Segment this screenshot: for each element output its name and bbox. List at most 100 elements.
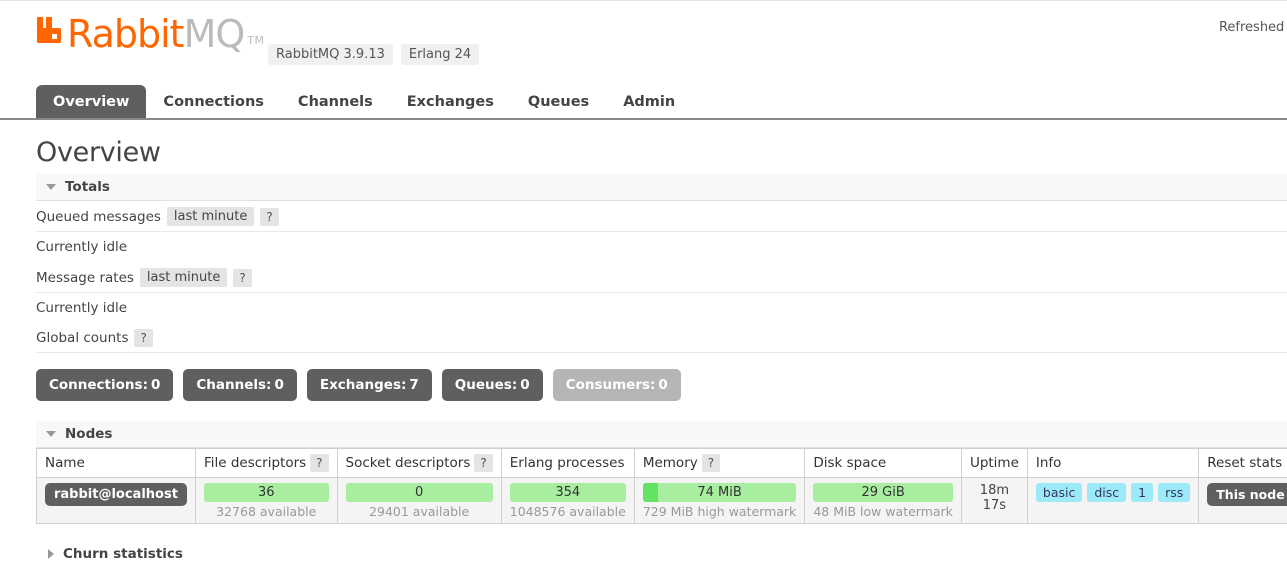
- cell-disk-space: 29 GiB 48 MiB low watermark: [804, 477, 962, 524]
- cell-socket-descriptors: 0 29401 available: [336, 477, 502, 524]
- tab-overview[interactable]: Overview: [36, 85, 147, 118]
- section-label-nodes: Nodes: [65, 426, 113, 442]
- logo-text-rabbit: Rabbit: [67, 12, 185, 56]
- file-descriptors-bar: 36: [203, 483, 329, 502]
- info-badge-basic[interactable]: basic: [1035, 483, 1083, 502]
- column-label-disk-space: Disk space: [813, 455, 887, 471]
- erlang-version-badge: Erlang 24: [400, 44, 480, 65]
- erlang-processes-available: 1048576 available: [509, 504, 626, 519]
- count-value-consumers: 0: [658, 377, 668, 393]
- chevron-down-icon: [46, 431, 56, 437]
- brand-logo[interactable]: Rabbit MQ TM: [36, 12, 264, 56]
- reset-this-node-button[interactable]: This node: [1207, 483, 1287, 506]
- cell-info: basic disc 1 rss: [1026, 477, 1200, 524]
- tab-admin[interactable]: Admin: [606, 85, 692, 118]
- node-name-link[interactable]: rabbit@localhost: [45, 483, 187, 506]
- count-button-consumers[interactable]: Consumers: 0: [552, 369, 681, 401]
- disk-space-bar: 29 GiB: [813, 483, 953, 502]
- socket-descriptors-value: 0: [415, 485, 424, 500]
- queued-messages-label: Queued messages: [36, 208, 161, 225]
- queued-messages-help-icon[interactable]: ?: [260, 207, 279, 226]
- cell-memory: 74 MiB 729 MiB high watermark: [633, 477, 806, 524]
- message-rates-period-chip[interactable]: last minute: [139, 268, 228, 287]
- info-badge-disc[interactable]: disc: [1087, 483, 1127, 502]
- cell-erlang-processes: 354 1048576 available: [500, 477, 635, 524]
- rabbit-logo-icon: [36, 15, 64, 45]
- disk-space-value: 29 GiB: [861, 485, 905, 500]
- column-label-name: Name: [45, 455, 85, 471]
- page-content: Overview Totals Queued messages last min…: [0, 120, 1287, 568]
- column-header-file-descriptors[interactable]: File descriptors?: [194, 448, 338, 478]
- message-rates-help-icon[interactable]: ?: [233, 268, 252, 287]
- column-label-file-descriptors: File descriptors: [203, 455, 307, 471]
- column-header-socket-descriptors[interactable]: Socket descriptors?: [336, 448, 502, 478]
- top-bar: Rabbit MQ TM RabbitMQ 3.9.13 Erlang 24 Re…: [0, 0, 1287, 82]
- queued-messages-period-chip[interactable]: last minute: [166, 207, 255, 226]
- collapsed-sections: Churn statistics Ports and contexts: [0, 538, 1287, 568]
- global-counts-row: Global counts ?: [36, 323, 1287, 353]
- count-label-queues: Queues:: [454, 377, 518, 393]
- tab-channels[interactable]: Channels: [281, 85, 390, 118]
- section-header-totals[interactable]: Totals: [36, 174, 1287, 201]
- column-header-reset-stats[interactable]: Reset stats: [1198, 448, 1287, 478]
- logo-text-mq: MQ: [183, 12, 246, 56]
- column-label-memory: Memory: [642, 455, 698, 471]
- file-descriptors-available: 32768 available: [216, 504, 317, 519]
- cell-uptime: 18m 17s: [960, 477, 1028, 524]
- socket-descriptors-help-icon[interactable]: ?: [474, 454, 493, 472]
- count-button-connections[interactable]: Connections: 0: [36, 369, 174, 401]
- count-label-exchanges: Exchanges:: [319, 377, 407, 393]
- column-header-erlang-processes[interactable]: Erlang processes: [500, 448, 635, 478]
- memory-value: 74 MiB: [697, 485, 742, 500]
- tab-queues[interactable]: Queues: [511, 85, 606, 118]
- column-header-info[interactable]: Info: [1026, 448, 1200, 478]
- count-label-consumers: Consumers:: [565, 377, 656, 393]
- column-label-erlang-processes: Erlang processes: [509, 455, 625, 471]
- count-value-channels: 0: [274, 377, 284, 393]
- message-rates-label: Message rates: [36, 269, 134, 286]
- uptime-value: 18m 17s: [979, 483, 1010, 513]
- column-label-reset-stats: Reset stats: [1207, 455, 1283, 471]
- info-badge-count[interactable]: 1: [1131, 483, 1154, 502]
- count-button-exchanges[interactable]: Exchanges: 7: [306, 369, 432, 401]
- cell-node-name: rabbit@localhost: [36, 477, 196, 524]
- queued-messages-row: Queued messages last minute ?: [36, 201, 1287, 232]
- version-badges: RabbitMQ 3.9.13 Erlang 24: [268, 44, 480, 65]
- tab-exchanges[interactable]: Exchanges: [390, 85, 511, 118]
- count-value-queues: 0: [520, 377, 530, 393]
- column-header-name[interactable]: Name: [36, 448, 196, 478]
- nodes-table: Name File descriptors? Socket descriptor…: [36, 448, 1287, 524]
- reset-stats-group: This node All nodes: [1207, 483, 1287, 506]
- memory-help-icon[interactable]: ?: [701, 454, 721, 472]
- global-counts-help-icon[interactable]: ?: [134, 329, 153, 347]
- count-button-channels[interactable]: Channels: 0: [183, 369, 297, 401]
- message-rates-status: Currently idle: [36, 300, 128, 316]
- global-counts-label: Global counts: [36, 330, 129, 346]
- refreshed-timestamp: Refreshed 20: [1218, 20, 1287, 35]
- table-row: rabbit@localhost 36 32768 available 0 29…: [36, 477, 1287, 524]
- section-header-churn-statistics[interactable]: Churn statistics: [36, 538, 1287, 568]
- nodes-table-header-row: Name File descriptors? Socket descriptor…: [36, 448, 1287, 478]
- section-header-nodes[interactable]: Nodes: [36, 421, 1287, 448]
- column-header-memory[interactable]: Memory?: [633, 448, 806, 478]
- file-descriptors-help-icon[interactable]: ?: [310, 454, 329, 472]
- erlang-processes-value: 354: [555, 485, 581, 500]
- tab-connections[interactable]: Connections: [146, 85, 281, 118]
- column-header-disk-space[interactable]: Disk space: [804, 448, 962, 478]
- nodes-table-area: Name File descriptors? Socket descriptor…: [36, 448, 1287, 524]
- count-value-connections: 0: [150, 377, 161, 393]
- rabbitmq-version-badge: RabbitMQ 3.9.13: [268, 44, 393, 65]
- file-descriptors-value: 36: [257, 485, 275, 500]
- page-title: Overview: [36, 137, 161, 168]
- nodes-section: Nodes Name File descriptors ? Socket des…: [0, 421, 1287, 524]
- column-header-uptime[interactable]: Uptime: [960, 448, 1028, 478]
- info-badge-rss[interactable]: rss: [1158, 483, 1191, 502]
- memory-high-watermark: 729 MiB high watermark: [642, 504, 797, 519]
- erlang-processes-bar: 354: [509, 483, 626, 502]
- chevron-right-icon: [48, 549, 54, 559]
- main-navigation: Overview Connections Channels Exchanges …: [0, 82, 1287, 120]
- count-button-queues[interactable]: Queues: 0: [441, 369, 543, 401]
- queued-messages-status: Currently idle: [36, 239, 128, 255]
- section-label-totals: Totals: [65, 179, 110, 195]
- disk-space-low-watermark: 48 MiB low watermark: [813, 504, 953, 519]
